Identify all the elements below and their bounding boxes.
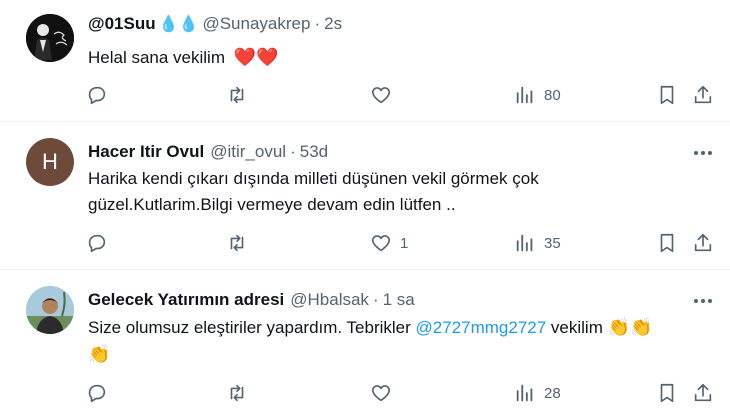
reply-icon xyxy=(88,86,106,105)
views-icon xyxy=(516,234,533,252)
avatar[interactable] xyxy=(26,286,74,334)
reply-button[interactable] xyxy=(86,84,116,106)
like-icon xyxy=(371,385,391,402)
handle[interactable]: @Hbalsak xyxy=(290,290,369,310)
tweet-text-line: Harika kendi çıkarı dışında milleti düşü… xyxy=(88,169,539,188)
views-count: 80 xyxy=(544,86,561,104)
avatar-letter: H xyxy=(42,149,58,174)
tweet-3[interactable]: Gelecek Yatırımın adresi @Hbalsak · 1 sa… xyxy=(0,270,730,420)
tweet-text-content: vekilim xyxy=(546,318,603,337)
retweet-icon xyxy=(230,384,244,402)
clap-emoji: 👏👏 xyxy=(607,317,653,337)
reply-icon xyxy=(88,234,106,253)
views-button[interactable]: 80 xyxy=(514,84,561,106)
views-count: 35 xyxy=(544,234,561,252)
retweet-icon xyxy=(230,234,244,252)
tweet-header: @01Suu 💧💧 @Sunayakrep · 2s xyxy=(88,14,342,34)
like-icon xyxy=(371,235,391,252)
reply-button[interactable] xyxy=(86,232,116,254)
handle[interactable]: @itir_ovul xyxy=(210,142,286,162)
tweet-actions: 28 xyxy=(0,382,730,406)
like-icon xyxy=(371,87,391,104)
bookmark-button[interactable] xyxy=(656,84,678,106)
bookmark-icon xyxy=(660,233,674,253)
display-name[interactable]: Hacer Itir Ovul xyxy=(88,142,204,162)
views-count: 28 xyxy=(544,384,561,402)
display-name[interactable]: @01Suu xyxy=(88,14,156,34)
retweet-button[interactable] xyxy=(226,382,256,404)
retweet-button[interactable] xyxy=(226,232,256,254)
tweet-1[interactable]: @01Suu 💧💧 @Sunayakrep · 2s Helal sana ve… xyxy=(0,0,730,122)
name-emoji: 💧💧 xyxy=(158,16,199,33)
avatar[interactable] xyxy=(26,14,74,62)
tweet-text: Helal sana vekilim ❤️❤️ xyxy=(88,44,706,71)
like-button[interactable] xyxy=(370,84,400,106)
bookmark-button[interactable] xyxy=(656,382,678,404)
tweet-actions: 1 35 xyxy=(0,232,730,256)
more-icon xyxy=(694,299,712,303)
retweet-button[interactable] xyxy=(226,84,256,106)
separator-dot: · xyxy=(372,290,379,309)
more-options-button[interactable] xyxy=(692,290,714,312)
avatar-image xyxy=(26,14,74,62)
retweet-icon xyxy=(230,86,244,104)
bookmark-icon xyxy=(660,85,674,105)
bookmark-button[interactable] xyxy=(656,232,678,254)
reply-icon xyxy=(88,384,106,403)
tweet-text-line: Size olumsuz eleştiriler yapardım. Tebri… xyxy=(88,314,706,341)
avatar[interactable]: H xyxy=(26,138,74,186)
like-count: 1 xyxy=(400,234,409,252)
views-button[interactable]: 35 xyxy=(514,232,561,254)
tweet-text-line: güzel.Kutlarim.Bilgi vermeye devam edin … xyxy=(88,195,456,214)
like-button[interactable] xyxy=(370,382,400,404)
tweet-text-content: Size olumsuz eleştiriler yapardım. Tebri… xyxy=(88,318,416,337)
timestamp[interactable]: 2s xyxy=(324,14,342,34)
tweet-text-content: Helal sana vekilim xyxy=(88,48,225,67)
tweet-2[interactable]: H Hacer Itir Ovul @itir_ovul · 53d Harik… xyxy=(0,122,730,270)
share-button[interactable] xyxy=(692,382,714,404)
tweet-text: Harika kendi çıkarı dışında milleti düşü… xyxy=(88,166,706,218)
display-name[interactable]: Gelecek Yatırımın adresi xyxy=(88,290,284,310)
separator-dot: · xyxy=(314,14,321,33)
separator-dot: · xyxy=(290,142,296,161)
share-icon xyxy=(694,85,712,104)
share-button[interactable] xyxy=(692,84,714,106)
tweet-actions: 80 xyxy=(0,84,730,108)
views-icon xyxy=(516,384,533,402)
share-icon xyxy=(694,383,712,402)
mention-link[interactable]: @2727mmg2727 xyxy=(416,318,547,337)
bookmark-icon xyxy=(660,383,674,403)
reply-button[interactable] xyxy=(86,382,116,404)
views-button[interactable]: 28 xyxy=(514,382,561,404)
timestamp[interactable]: 1 sa xyxy=(383,290,415,310)
timestamp[interactable]: 53d xyxy=(300,142,328,162)
more-options-button[interactable] xyxy=(692,142,714,164)
avatar-image xyxy=(26,286,74,334)
share-icon xyxy=(694,233,712,252)
like-button[interactable]: 1 xyxy=(370,232,408,254)
tweet-text: Size olumsuz eleştiriler yapardım. Tebri… xyxy=(88,314,706,367)
clap-emoji: 👏 xyxy=(88,344,111,364)
tweet-header: Hacer Itir Ovul @itir_ovul · 53d xyxy=(88,142,328,162)
more-icon xyxy=(694,151,712,155)
share-button[interactable] xyxy=(692,232,714,254)
heart-emoji: ❤️❤️ xyxy=(233,47,279,67)
views-icon xyxy=(516,86,533,104)
handle[interactable]: @Sunayakrep xyxy=(202,14,310,34)
tweet-header: Gelecek Yatırımın adresi @Hbalsak · 1 sa xyxy=(88,290,415,310)
